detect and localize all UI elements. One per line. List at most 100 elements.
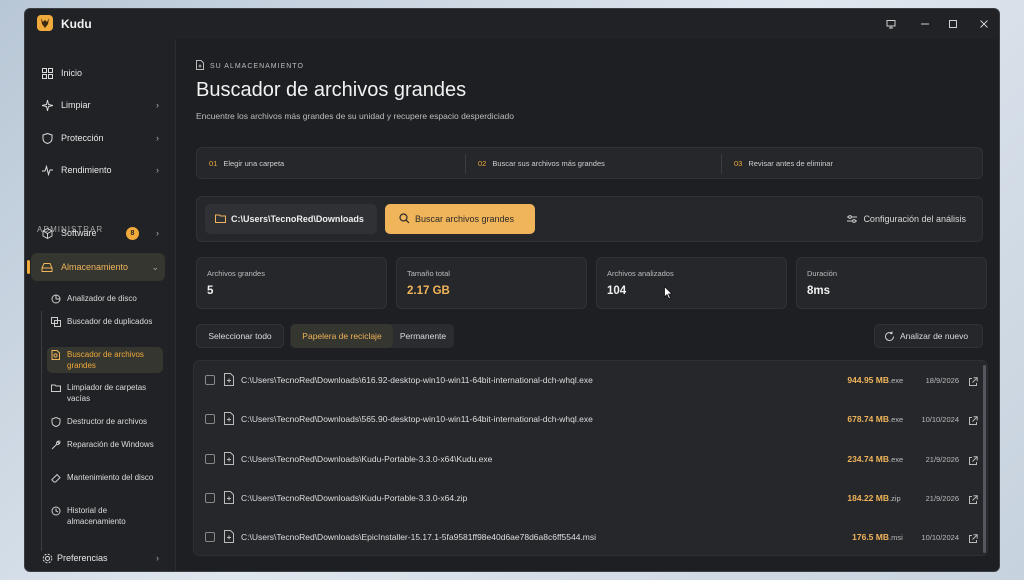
count-badge: 8 (126, 226, 139, 240)
chevron-right-icon: › (156, 133, 159, 143)
rescan-button[interactable]: Analizar de nuevo (874, 324, 983, 348)
chevron-down-icon: ⌄ (151, 261, 159, 272)
scrollbar[interactable] (983, 365, 986, 553)
sidebar: Inicio Limpiar › Protección › Rendimient… (25, 39, 175, 571)
sparkle-icon (41, 99, 53, 111)
app-window: Kudu Inicio Limpiar › Protección › Rendi… (24, 8, 1000, 572)
sidebar-subitem-analizador[interactable]: Analizador de disco (47, 291, 163, 306)
external-link-icon[interactable] (968, 531, 978, 543)
file-date: 21/9/2026 (925, 494, 959, 503)
package-icon (41, 227, 53, 239)
row-checkbox[interactable] (205, 454, 215, 464)
external-link-icon[interactable] (968, 374, 978, 386)
step-divider (721, 154, 722, 174)
sidebar-item-label: Limpiar (61, 100, 91, 110)
sidebar-subitem-label: Limpiador de carpetas vacías (67, 383, 147, 403)
breadcrumb-label: SU ALMACENAMIENTO (210, 62, 304, 70)
folder-path-button[interactable]: C:\Users\TecnoRed\Downloads (205, 204, 377, 234)
pie-chart-icon (51, 294, 61, 304)
sidebar-subitem-archivos-grandes[interactable]: Buscador de archivos grandes (47, 347, 163, 373)
folder-icon (51, 383, 61, 393)
scan-settings-button[interactable]: Configuración del análisis (847, 214, 966, 224)
stat-card-scanned-files: Archivos analizados 104 (596, 257, 787, 309)
sidebar-item-rendimiento[interactable]: Rendimiento › (31, 156, 165, 184)
monitor-icon[interactable] (882, 15, 900, 33)
sidebar-item-label: Preferencias (57, 553, 108, 563)
tab-recycle-bin[interactable]: Papelera de reciclaje (291, 324, 393, 348)
title-bar: Kudu (25, 9, 999, 39)
external-link-icon[interactable] (968, 413, 978, 425)
table-row[interactable]: C:\Users\TecnoRed\Downloads\565.90-deskt… (194, 400, 987, 439)
chevron-right-icon: › (156, 553, 159, 563)
steps-bar: 01 Elegir una carpeta 02 Buscar sus archiv… (196, 147, 983, 179)
file-extension: .exe (889, 376, 904, 385)
table-row[interactable]: C:\Users\TecnoRed\Downloads\Kudu-Portabl… (194, 440, 987, 479)
sidebar-subitem-historial[interactable]: Historial de almacenamiento (47, 503, 163, 529)
maximize-button[interactable] (944, 15, 962, 33)
breadcrumb: SU ALMACENAMIENTO (196, 60, 304, 72)
row-checkbox[interactable] (205, 375, 215, 385)
table-row[interactable]: C:\Users\TecnoRed\Downloads\616.92-deskt… (194, 361, 987, 400)
sidebar-subitem-label: Mantenimiento del disco (67, 473, 154, 482)
file-search-icon (51, 350, 61, 360)
select-all-button[interactable]: Seleccionar todo (196, 324, 284, 348)
sidebar-item-preferencias[interactable]: Preferencias › (31, 544, 165, 571)
sidebar-item-label: Rendimiento (61, 165, 112, 175)
close-button[interactable] (975, 15, 993, 33)
grid-icon (41, 67, 53, 79)
sidebar-item-label: Inicio (61, 68, 83, 78)
drive-icon (41, 261, 53, 273)
external-link-icon[interactable] (968, 492, 978, 504)
file-date: 10/10/2024 (921, 533, 959, 542)
file-path: C:\Users\TecnoRed\Downloads\565.90-deskt… (241, 414, 593, 424)
chevron-right-icon: › (156, 165, 159, 175)
wrench-icon (51, 440, 61, 450)
search-button-label: Buscar archivos grandes (415, 214, 515, 224)
main-content: SU ALMACENAMIENTO Buscador de archivos g… (176, 39, 999, 571)
file-list: C:\Users\TecnoRed\Downloads\616.92-deskt… (193, 360, 988, 556)
shield-icon (51, 416, 61, 428)
file-path: C:\Users\TecnoRed\Downloads\Kudu-Portabl… (241, 454, 493, 464)
sidebar-item-software[interactable]: Software 8 › (31, 219, 165, 247)
file-extension: .exe (889, 455, 904, 464)
file-icon (224, 412, 234, 425)
table-row[interactable]: C:\Users\TecnoRed\Downloads\EpicInstalle… (194, 518, 987, 555)
copy-icon (51, 317, 61, 327)
shield-icon (41, 132, 53, 144)
stat-card-large-files: Archivos grandes 5 (196, 257, 387, 309)
sidebar-item-almacenamiento[interactable]: Almacenamiento ⌄ (27, 253, 165, 281)
step-2: 02 Buscar sus archivos más grandes (478, 159, 605, 168)
sidebar-subitem-reparacion[interactable]: Reparación de Windows (47, 437, 163, 452)
row-checkbox[interactable] (205, 532, 215, 542)
stat-card-total-size: Tamaño total 2.17 GB (396, 257, 587, 309)
eraser-icon (51, 473, 61, 483)
sidebar-item-inicio[interactable]: Inicio (31, 59, 165, 87)
minimize-button[interactable] (916, 15, 934, 33)
external-link-icon[interactable] (968, 453, 978, 465)
file-extension: .zip (889, 494, 901, 503)
file-path: C:\Users\TecnoRed\Downloads\EpicInstalle… (241, 532, 597, 542)
sidebar-subitem-label: Buscador de archivos grandes (67, 350, 144, 370)
sidebar-subitem-carpetas-vacias[interactable]: Limpiador de carpetas vacías (47, 380, 163, 406)
file-icon (224, 452, 234, 465)
file-date: 10/10/2024 (921, 415, 959, 424)
folder-path-label: C:\Users\TecnoRed\Downloads (231, 214, 364, 224)
sidebar-item-proteccion[interactable]: Protección › (31, 124, 165, 152)
file-extension: .msi (889, 533, 903, 542)
row-checkbox[interactable] (205, 414, 215, 424)
sidebar-subitem-duplicados[interactable]: Buscador de duplicados (47, 314, 163, 329)
file-size: 176.5 MB (852, 532, 889, 542)
search-large-files-button[interactable]: Buscar archivos grandes (385, 204, 535, 234)
row-checkbox[interactable] (205, 493, 215, 503)
folder-open-icon (215, 213, 227, 225)
table-row[interactable]: C:\Users\TecnoRed\Downloads\Kudu-Portabl… (194, 479, 987, 518)
tab-permanent[interactable]: Permanente (393, 324, 453, 348)
sidebar-subitem-destructor[interactable]: Destructor de archivos (47, 414, 163, 429)
chevron-right-icon: › (156, 100, 159, 110)
file-size: 234.74 MB (847, 454, 889, 464)
mouse-cursor-icon (664, 285, 674, 300)
sidebar-item-limpiar[interactable]: Limpiar › (31, 91, 165, 119)
submenu-guide-line (41, 311, 42, 551)
file-size: 678.74 MB (847, 414, 889, 424)
sidebar-subitem-mantenimiento[interactable]: Mantenimiento del disco (47, 470, 163, 485)
